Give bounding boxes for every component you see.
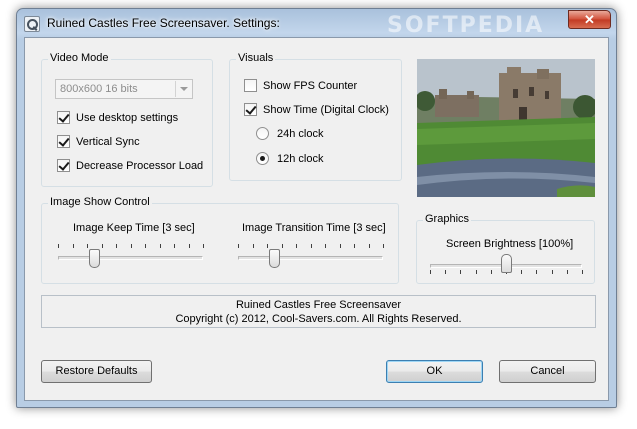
resolution-select: 800x600 16 bits bbox=[55, 79, 193, 99]
close-button[interactable]: ✕ bbox=[568, 10, 611, 29]
slider-tick bbox=[460, 270, 462, 274]
checkbox-box[interactable] bbox=[57, 135, 70, 148]
slider-tick bbox=[521, 270, 523, 274]
image-show-control-legend: Image Show Control bbox=[48, 196, 152, 208]
checkbox-box[interactable] bbox=[57, 111, 70, 124]
slider-tick bbox=[475, 270, 477, 274]
copyright-info-box: Ruined Castles Free Screensaver Copyrigh… bbox=[41, 295, 596, 328]
slider-tick bbox=[430, 270, 431, 274]
slider-tick bbox=[252, 244, 254, 248]
screen-brightness-label: Screen Brightness [100%] bbox=[446, 238, 574, 250]
slider-tick bbox=[551, 270, 553, 274]
dialog-client-area: Video Mode 800x600 16 bits Use desktop s… bbox=[24, 37, 609, 401]
visuals-legend: Visuals bbox=[236, 52, 276, 64]
vertical-sync-checkbox[interactable]: Vertical Sync bbox=[57, 135, 140, 148]
image-transition-time-label: Image Transition Time [3 sec] bbox=[242, 222, 386, 234]
slider-tick bbox=[101, 244, 103, 248]
slider-track[interactable] bbox=[58, 256, 203, 260]
window-title: Ruined Castles Free Screensaver. Setting… bbox=[47, 16, 280, 30]
slider-tick bbox=[130, 244, 132, 248]
slider-tick bbox=[145, 244, 146, 248]
slider-tick bbox=[566, 270, 568, 274]
restore-defaults-button[interactable]: Restore Defaults bbox=[41, 360, 152, 383]
magnifier-app-icon bbox=[24, 16, 40, 32]
slider-tick bbox=[339, 244, 341, 248]
slider-ticks bbox=[58, 244, 204, 250]
slider-tick bbox=[87, 244, 88, 248]
slider-tick bbox=[536, 270, 538, 274]
checkbox-box[interactable] bbox=[244, 79, 257, 92]
slider-tick bbox=[582, 270, 583, 274]
slider-tick bbox=[174, 244, 175, 248]
image-keep-time-label: Image Keep Time [3 sec] bbox=[73, 222, 195, 234]
video-mode-group: Video Mode 800x600 16 bits Use desktop s… bbox=[41, 52, 213, 187]
screen-brightness-slider[interactable] bbox=[430, 252, 583, 276]
checkbox-box[interactable] bbox=[57, 159, 70, 172]
clock-12h-label: 12h clock bbox=[277, 152, 324, 165]
copyright-text: Copyright (c) 2012, Cool-Savers.com. All… bbox=[175, 313, 462, 325]
slider-tick bbox=[58, 244, 59, 248]
slider-tick bbox=[281, 244, 283, 248]
show-time-checkbox[interactable]: Show Time (Digital Clock) bbox=[244, 103, 389, 116]
chevron-down-icon bbox=[175, 81, 191, 97]
use-desktop-settings-checkbox[interactable]: Use desktop settings bbox=[57, 111, 178, 124]
decrease-processor-load-label: Decrease Processor Load bbox=[76, 159, 204, 172]
slider-tick bbox=[490, 270, 492, 274]
show-time-label: Show Time (Digital Clock) bbox=[263, 103, 389, 116]
cancel-button[interactable]: Cancel bbox=[499, 360, 596, 383]
slider-tick bbox=[203, 244, 204, 248]
castle-landscape-icon bbox=[417, 59, 595, 197]
clock-12h-radio[interactable]: 12h clock bbox=[256, 152, 323, 165]
show-fps-counter-checkbox[interactable]: Show FPS Counter bbox=[244, 79, 357, 92]
image-keep-time-slider[interactable] bbox=[58, 244, 204, 268]
softpedia-watermark: SOFTPEDIA bbox=[387, 13, 545, 38]
slider-tick bbox=[72, 244, 74, 248]
video-mode-legend: Video Mode bbox=[48, 52, 111, 64]
slider-tick bbox=[267, 244, 268, 248]
slider-tick bbox=[188, 244, 190, 248]
slider-tick bbox=[296, 244, 297, 248]
vertical-sync-label: Vertical Sync bbox=[76, 135, 140, 148]
graphics-legend: Graphics bbox=[423, 213, 472, 225]
resolution-select-value: 800x600 16 bits bbox=[60, 83, 138, 95]
slider-tick bbox=[159, 244, 161, 248]
slider-track[interactable] bbox=[238, 256, 383, 260]
graphics-group: Graphics Screen Brightness [100%] bbox=[416, 213, 595, 284]
slider-tick bbox=[368, 244, 370, 248]
slider-thumb[interactable] bbox=[89, 249, 101, 268]
slider-tick bbox=[383, 244, 384, 248]
settings-window: Ruined Castles Free Screensaver. Setting… bbox=[16, 8, 617, 408]
castle-preview-image bbox=[417, 59, 595, 197]
slider-thumb[interactable] bbox=[269, 249, 281, 268]
clock-24h-radio[interactable]: 24h clock bbox=[256, 127, 323, 140]
checkbox-box[interactable] bbox=[244, 103, 257, 116]
radio-circle[interactable] bbox=[256, 127, 269, 140]
slider-tick bbox=[238, 244, 239, 248]
slider-tick bbox=[445, 270, 447, 274]
product-name-text: Ruined Castles Free Screensaver bbox=[235, 299, 402, 311]
slider-thumb[interactable] bbox=[501, 254, 512, 273]
visuals-group: Visuals Show FPS Counter Show Time (Digi… bbox=[229, 52, 402, 181]
radio-circle[interactable] bbox=[256, 152, 269, 165]
slider-ticks bbox=[238, 244, 384, 250]
ok-button[interactable]: OK bbox=[386, 360, 483, 383]
show-fps-counter-label: Show FPS Counter bbox=[263, 79, 358, 92]
use-desktop-settings-label: Use desktop settings bbox=[76, 111, 179, 124]
slider-tick bbox=[325, 244, 326, 248]
slider-tick bbox=[354, 244, 355, 248]
slider-tick bbox=[116, 244, 117, 248]
decrease-processor-load-checkbox[interactable]: Decrease Processor Load bbox=[57, 159, 203, 172]
image-show-control-group: Image Show Control Image Keep Time [3 se… bbox=[41, 196, 399, 284]
slider-tick bbox=[310, 244, 312, 248]
title-bar[interactable]: Ruined Castles Free Screensaver. Setting… bbox=[17, 9, 616, 38]
image-transition-time-slider[interactable] bbox=[238, 244, 384, 268]
clock-24h-label: 24h clock bbox=[277, 127, 324, 140]
